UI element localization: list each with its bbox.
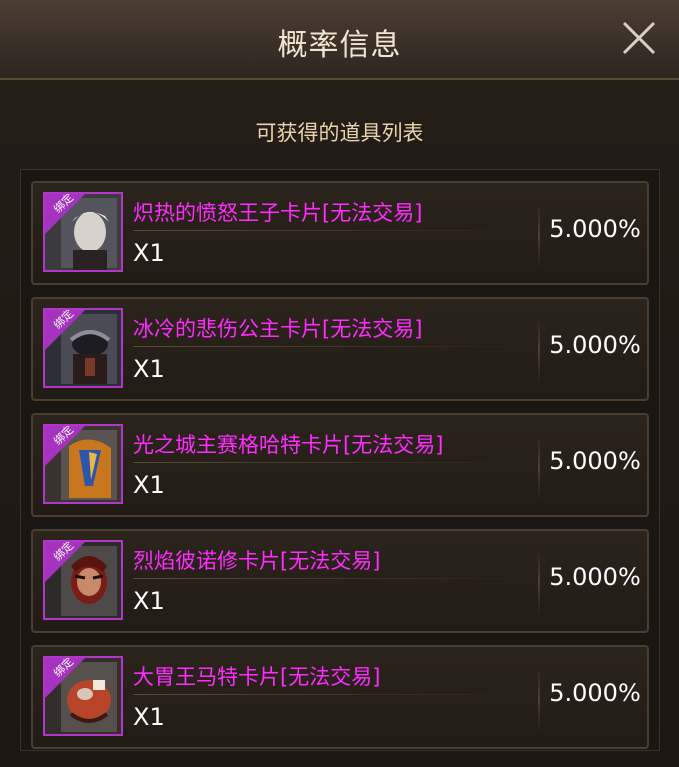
list-item[interactable]: 绑定 烈焰彼诺修卡片[无法交易] X1 5.000% (31, 529, 649, 633)
item-quantity: X1 (133, 587, 165, 615)
title-bar: 概率信息 (0, 0, 679, 80)
item-quantity: X1 (133, 703, 165, 731)
item-icon-frame[interactable]: 绑定 (43, 424, 123, 504)
item-rate: 5.000% (549, 447, 641, 475)
close-icon (622, 21, 656, 55)
name-underline (133, 694, 533, 695)
list-item[interactable]: 绑定 大胃王马特卡片[无法交易] X1 5.000% (31, 645, 649, 749)
bound-badge: 绑定 (45, 426, 85, 466)
column-divider (538, 431, 540, 501)
item-rate: 5.000% (549, 679, 641, 707)
bound-badge: 绑定 (45, 194, 85, 234)
name-underline (133, 346, 533, 347)
name-underline (133, 462, 533, 463)
item-icon-frame[interactable]: 绑定 (43, 540, 123, 620)
item-quantity: X1 (133, 471, 165, 499)
item-quantity: X1 (133, 355, 165, 383)
column-divider (538, 547, 540, 617)
column-divider (538, 663, 540, 733)
item-rate: 5.000% (549, 331, 641, 359)
item-name: 大胃王马特卡片[无法交易] (133, 665, 381, 689)
list-item[interactable]: 绑定 炽热的愤怒王子卡片[无法交易] X1 5.000% (31, 181, 649, 285)
bound-badge: 绑定 (45, 658, 85, 698)
close-button[interactable] (621, 20, 657, 56)
name-underline (133, 230, 533, 231)
column-divider (538, 199, 540, 269)
item-name: 烈焰彼诺修卡片[无法交易] (133, 549, 381, 573)
list-item[interactable]: 绑定 光之城主赛格哈特卡片[无法交易] X1 5.000% (31, 413, 649, 517)
bound-badge: 绑定 (45, 542, 85, 582)
item-rate: 5.000% (549, 215, 641, 243)
list-subtitle: 可获得的道具列表 (255, 121, 424, 145)
item-name: 冰冷的悲伤公主卡片[无法交易] (133, 317, 423, 341)
item-name: 炽热的愤怒王子卡片[无法交易] (133, 201, 423, 225)
item-rate: 5.000% (549, 563, 641, 591)
item-icon-frame[interactable]: 绑定 (43, 308, 123, 388)
item-icon-frame[interactable]: 绑定 (43, 656, 123, 736)
item-quantity: X1 (133, 239, 165, 267)
probability-dialog: 概率信息 可获得的道具列表 绑定 炽热的愤怒王子卡片[无法交易] X1 5.00… (0, 0, 679, 767)
item-list[interactable]: 绑定 炽热的愤怒王子卡片[无法交易] X1 5.000% 绑定 冰冷的悲伤公主卡… (20, 169, 660, 751)
column-divider (538, 315, 540, 385)
list-item[interactable]: 绑定 冰冷的悲伤公主卡片[无法交易] X1 5.000% (31, 297, 649, 401)
bound-badge: 绑定 (45, 310, 85, 350)
item-name: 光之城主赛格哈特卡片[无法交易] (133, 433, 444, 457)
dialog-title: 概率信息 (277, 28, 402, 63)
name-underline (133, 578, 533, 579)
item-icon-frame[interactable]: 绑定 (43, 192, 123, 272)
